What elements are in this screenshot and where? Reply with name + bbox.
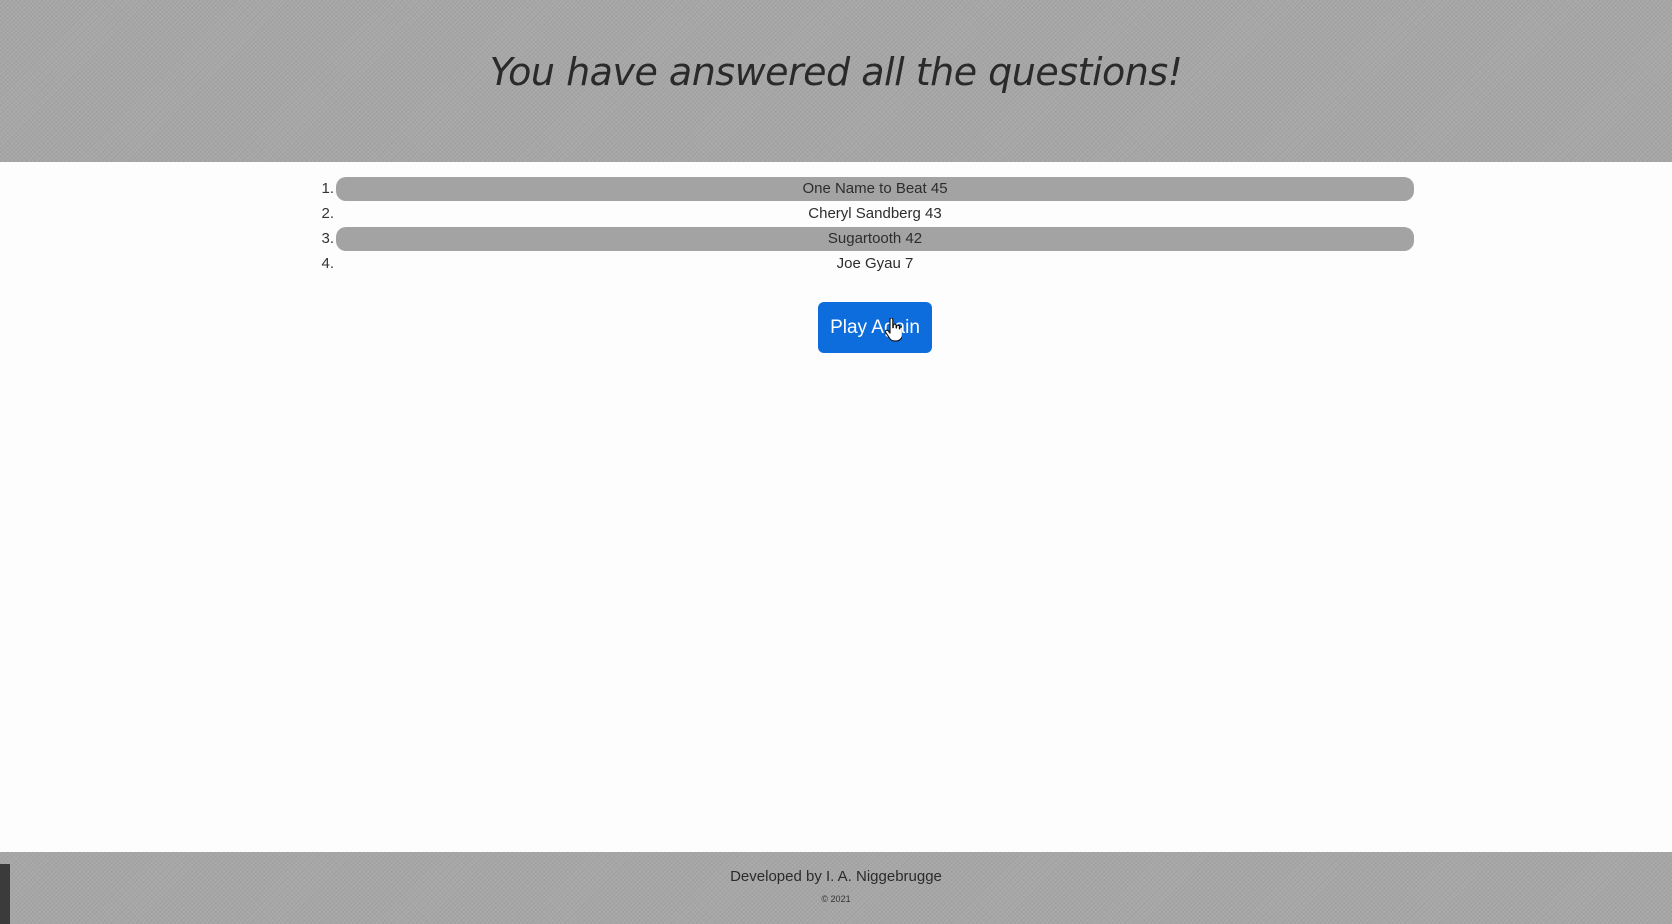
highscore-entry: Cheryl Sandberg 43 xyxy=(808,205,942,222)
page-footer: Developed by I. A. Niggebrugge © 2021 xyxy=(0,852,1672,924)
page-title: You have answered all the questions! xyxy=(489,50,1183,94)
hand-cursor-icon xyxy=(884,318,902,342)
highscore-rank: 1. xyxy=(321,180,334,197)
highscore-rank: 3. xyxy=(321,230,334,247)
developer-credit: Developed by I. A. Niggebrugge xyxy=(730,868,942,885)
highscore-row: 1. One Name to Beat 45 xyxy=(0,176,1672,201)
highscore-row: 2. Cheryl Sandberg 43 xyxy=(0,201,1672,226)
highscore-row: 3. Sugartooth 42 xyxy=(0,226,1672,251)
highscore-rank: 4. xyxy=(321,255,334,272)
highscore-entry: One Name to Beat 45 xyxy=(336,177,1414,201)
page-header: You have answered all the questions! xyxy=(0,0,1672,162)
highscore-row: 4. Joe Gyau 7 xyxy=(0,251,1672,276)
copyright-text: © 2021 xyxy=(821,894,851,904)
highscore-entry: Sugartooth 42 xyxy=(336,227,1414,251)
play-again-button[interactable]: Play Again xyxy=(818,302,932,353)
highscore-entry: Joe Gyau 7 xyxy=(836,255,914,272)
highscore-rank: 2. xyxy=(321,205,334,222)
highscore-list: 1. One Name to Beat 45 2. Cheryl Sandber… xyxy=(0,176,1672,276)
